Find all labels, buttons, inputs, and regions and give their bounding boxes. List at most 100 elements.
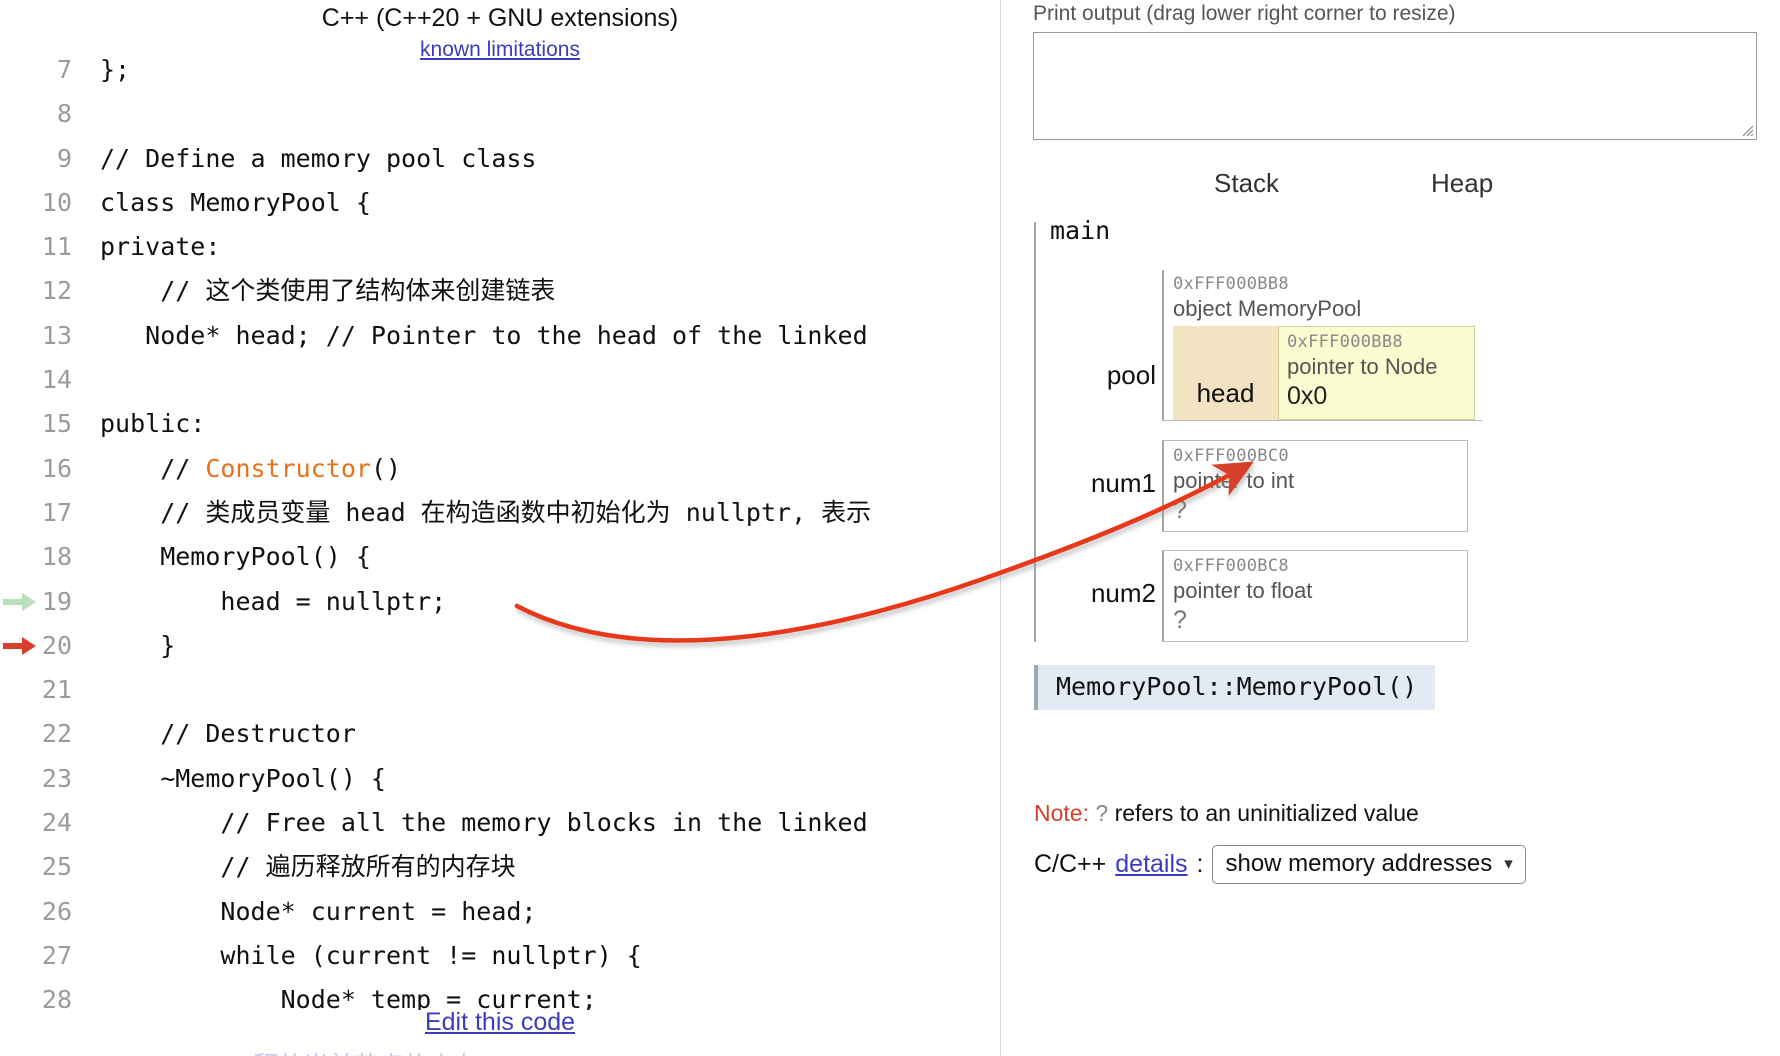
code-line-text: // Constructor() (72, 447, 401, 491)
line-number: 11 (41, 232, 72, 262)
code-line-text: // Destructor (100, 719, 356, 749)
field-address-head: 0xFFF000BB8 (1287, 332, 1403, 352)
code-line[interactable]: 25 // 遍历释放所有的内存块 (0, 845, 1000, 889)
details-colon: : (1196, 850, 1204, 878)
variable-value-num1: ? (1173, 496, 1187, 524)
line-number: 7 (56, 55, 72, 84)
resize-grip-icon[interactable] (1740, 123, 1754, 137)
code-line-text: // 遍历释放所有的内存块 (100, 852, 516, 882)
variable-value-num2: ? (1173, 606, 1187, 634)
clipped-bottom-text: // 释放当前节点的内存 (0, 1044, 479, 1056)
code-line[interactable]: 18 MemoryPool() { (0, 535, 1000, 579)
print-output-box[interactable] (1033, 32, 1757, 140)
code-line[interactable]: 16 // Constructor() (0, 447, 1000, 491)
code-line[interactable]: 14 (0, 358, 1000, 402)
edit-code-container: Edit this code (0, 1008, 1000, 1037)
line-number: 24 (41, 808, 72, 838)
line-number: 15 (41, 409, 72, 439)
code-text-prefix: // (100, 453, 206, 483)
line-number: 26 (41, 896, 72, 926)
variable-address-num2: 0xFFF000BC8 (1173, 556, 1289, 576)
details-link[interactable]: details (1115, 850, 1187, 879)
current-line-arrow-icon (2, 624, 42, 668)
details-row: C/C++ details : show memory addresses ▾ (1034, 845, 1526, 884)
stack-frame-main: main pool 0xFFF000BB8 object MemoryPool … (1034, 216, 1482, 642)
code-listing: 7}; 8 9 // Define a memory pool class 10 clas… (0, 48, 1000, 1010)
field-name-head: head (1173, 326, 1278, 420)
visualizer-panel: Print output (drag lower right corner to… (1001, 0, 1780, 1056)
code-line[interactable]: 11 private: (0, 225, 1000, 269)
heap-heading: Heap (1431, 168, 1494, 198)
code-line-text: head = nullptr; (100, 586, 447, 616)
code-line[interactable]: 20 } (0, 624, 1000, 668)
code-line[interactable]: 28 Node* temp = current; (0, 978, 1000, 1010)
code-line[interactable]: 8 (0, 92, 1000, 136)
line-number: 13 (41, 320, 72, 350)
code-line-text: // 类成员变量 head 在构造函数中初始化为 nullptr, 表示 (100, 497, 872, 527)
line-number: 23 (41, 763, 72, 793)
memory-display-select[interactable]: show memory addresses ▾ (1212, 845, 1526, 884)
edit-this-code-link[interactable]: Edit this code (425, 1008, 575, 1036)
code-line-text: Node* current = head; (100, 896, 537, 926)
code-line[interactable]: 21 (0, 668, 1000, 712)
print-output-label: Print output (drag lower right corner to… (1033, 2, 1456, 25)
line-number: 10 (41, 187, 72, 217)
line-number: 9 (56, 143, 72, 173)
code-line[interactable]: 10 class MemoryPool { (0, 181, 1000, 225)
clipped-bottom-row: // 释放当前节点的内存 (0, 1044, 1000, 1056)
code-line[interactable]: 9 // Define a memory pool class (0, 137, 1000, 181)
code-line-text: MemoryPool() { (100, 542, 371, 572)
line-number: 8 (56, 99, 72, 129)
code-line[interactable]: 24 // Free all the memory blocks in the … (0, 801, 1000, 845)
line-number: 28 (41, 985, 72, 1010)
code-line[interactable]: 23 ~MemoryPool() { (0, 757, 1000, 801)
chevron-down-icon: ▾ (1504, 854, 1513, 873)
line-number: 16 (41, 453, 72, 483)
line-number: 14 (41, 365, 72, 395)
variable-label-pool: pool (1106, 360, 1156, 390)
code-line-text: // 这个类使用了结构体来创建链表 (100, 276, 556, 306)
code-line-text: private: (100, 232, 221, 262)
code-line[interactable]: 12 // 这个类使用了结构体来创建链表 (0, 269, 1000, 313)
code-line-text: while (current != nullptr) { (100, 940, 642, 970)
code-panel: C++ (C++20 + GNU extensions) known limit… (0, 0, 1000, 1056)
object-type: object MemoryPool (1173, 296, 1362, 321)
language-title: C++ (C++20 + GNU extensions) (321, 4, 679, 32)
call-stack-entry: MemoryPool::MemoryPool() (1034, 665, 1436, 710)
stack-frame-label: main (1050, 216, 1111, 245)
variable-box-num2: 0xFFF000BC8 pointer to float ? (1162, 550, 1468, 642)
memory-display-select-value: show memory addresses (1225, 850, 1493, 877)
variable-type-num1: pointer to int (1173, 468, 1295, 493)
code-line[interactable]: 26 Node* current = head; (0, 890, 1000, 934)
object-fields: head 0xFFF000BB8 pointer to Node 0x0 (1173, 326, 1475, 420)
code-line-text: Node* head; // Pointer to the head of th… (100, 320, 868, 350)
variable-type-num2: pointer to float (1173, 578, 1313, 603)
note-prefix: Note: (1034, 800, 1089, 826)
field-value-head: 0xFFF000BB8 pointer to Node 0x0 (1278, 326, 1475, 420)
stack-heading: Stack (1214, 168, 1280, 198)
uninitialized-note: Note: ? refers to an uninitialized value (1034, 800, 1419, 827)
line-number: 25 (41, 852, 72, 882)
code-line[interactable]: 19 head = nullptr; (0, 580, 1000, 624)
code-line[interactable]: 7}; (0, 48, 1000, 92)
print-output-textarea[interactable] (1034, 33, 1756, 139)
line-number: 12 (41, 276, 72, 306)
code-line-text: ~MemoryPool() { (100, 763, 386, 793)
code-line[interactable]: 15 public: (0, 402, 1000, 446)
prev-line-arrow-icon (2, 580, 42, 624)
field-value-head-text: 0x0 (1287, 382, 1328, 410)
line-number: 22 (41, 719, 72, 749)
line-number: 17 (41, 497, 72, 527)
variable-label-num1: num1 (1090, 468, 1156, 498)
code-text-highlight: Constructor (205, 453, 371, 483)
code-line-text: // Define a memory pool class (100, 143, 537, 173)
note-text: refers to an uninitialized value (1114, 800, 1419, 826)
code-line[interactable]: 27 while (current != nullptr) { (0, 934, 1000, 978)
code-line[interactable]: 13 Node* head; // Pointer to the head of… (0, 314, 1000, 358)
code-line[interactable]: 22 // Destructor (0, 712, 1000, 756)
variable-label-num2: num2 (1090, 578, 1156, 608)
code-line[interactable]: 17 // 类成员变量 head 在构造函数中初始化为 nullptr, 表示 (0, 491, 1000, 535)
details-label: C/C++ (1034, 850, 1107, 878)
note-question-symbol: ? (1095, 800, 1109, 826)
code-line-text: Node* temp = current; (100, 985, 597, 1010)
